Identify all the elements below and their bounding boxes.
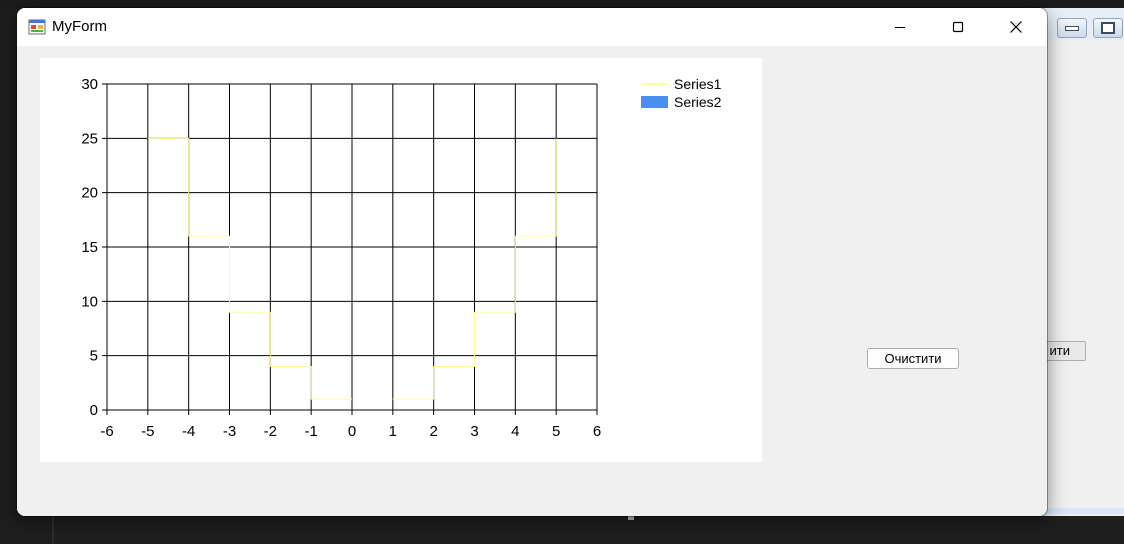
window-title: MyForm [52,18,107,35]
x-tick-label: 1 [389,423,397,440]
form-client-area: -6 -5 -4 -3 -2 -1 0 1 2 3 4 5 6 0 5 10 15 20 25 30 Series1 Se… [17,46,1047,516]
clear-button[interactable]: Очистити [867,348,959,369]
minimize-icon [895,27,905,28]
x-tick-label: 4 [511,423,519,440]
y-tick-label: 0 [90,402,98,419]
y-tick-label: 30 [81,76,98,93]
background-restore-button[interactable] [1093,18,1123,38]
background-window [1040,8,1124,516]
close-button[interactable] [987,8,1045,46]
x-tick-label: -2 [264,423,277,440]
background-minimize-button[interactable] [1057,18,1087,38]
x-tick-label: -1 [304,423,317,440]
legend-series2-swatch [641,96,668,108]
x-tick-label: -6 [100,423,113,440]
x-tick-label: 3 [470,423,478,440]
maximize-button[interactable] [929,8,987,46]
x-tick-label: 5 [552,423,560,440]
taskbar-divider [52,516,54,544]
x-tick-label: -4 [182,423,195,440]
y-tick-label: 25 [81,130,98,147]
chart-control: -6 -5 -4 -3 -2 -1 0 1 2 3 4 5 6 0 5 10 15 20 25 30 Series1 Se… [40,58,762,462]
app-icon [28,19,46,35]
x-tick-label: 6 [593,423,601,440]
y-tick-label: 20 [81,185,98,202]
series-1-line [147,137,352,400]
x-tick-label: -3 [223,423,236,440]
minimize-icon [1065,25,1079,31]
taskbar-strip [0,508,1124,544]
y-tick-label: 15 [81,239,98,256]
background-window-titlebar [1041,8,1124,40]
legend-series2-label: Series2 [674,94,722,110]
x-tick-label: 2 [429,423,437,440]
title-bar[interactable]: MyForm [17,8,1047,46]
background-window-edge [1040,508,1124,514]
x-tick-label: -5 [141,423,154,440]
chart-canvas: -6 -5 -4 -3 -2 -1 0 1 2 3 4 5 6 0 5 10 15 20 25 30 Series1 Se… [81,76,722,440]
close-icon [1010,21,1022,33]
myform-window: MyForm -6 -5 -4 -3 -2 -1 0 1 2 3 4 5 6 0 5 10 15 20 25 30 Se… [17,8,1047,516]
minimize-button[interactable] [871,8,929,46]
legend-series1-label: Series1 [674,76,722,92]
restore-icon [1101,22,1115,34]
maximize-icon [952,21,964,33]
x-tick-label: 0 [348,423,356,440]
y-tick-label: 10 [81,293,98,310]
desktop-top-strip [0,0,1124,8]
y-tick-label: 5 [90,348,98,365]
